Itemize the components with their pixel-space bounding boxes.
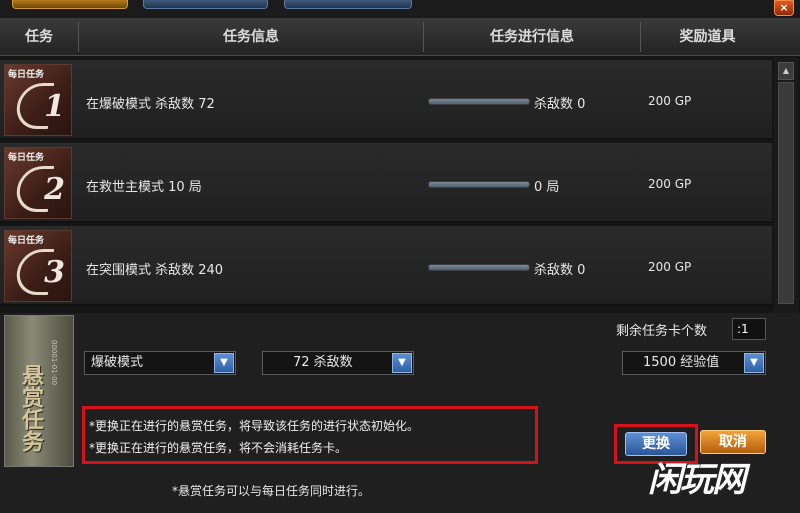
cancel-button[interactable]: 取消 [700, 430, 766, 454]
bounty-task-card: 悬赏任务 00001-01-00 [4, 315, 74, 467]
header-reward: 奖励道具 [679, 29, 736, 45]
progress-bar [428, 98, 530, 105]
reward-text: 200 GP [648, 260, 692, 274]
top-tab-button-2[interactable] [143, 0, 268, 9]
card-count-label: 剩余任务卡个数 [616, 324, 708, 339]
bounty-card-code: 00001-01-00 [50, 340, 58, 386]
daily-task-row[interactable]: 每日任务 3 在突围模式 杀敌数 240 杀敌数 0 200 GP [0, 226, 772, 306]
reward-select-value: 1500 经验值 [643, 355, 720, 370]
footnote: *悬赏任务可以与每日任务同时进行。 [172, 484, 371, 498]
table-header: 任务 任务信息 任务进行信息 奖励道具 [0, 18, 800, 56]
task-number: 1 [44, 89, 65, 124]
close-button[interactable]: × [774, 0, 794, 16]
chevron-down-icon[interactable]: ▼ [744, 353, 764, 373]
header-progress: 任务进行信息 [490, 29, 574, 45]
daily-badge-label: 每日任务 [8, 70, 45, 80]
reward-select[interactable]: 1500 经验值 ▼ [622, 351, 766, 375]
task-number: 2 [44, 172, 65, 207]
notice-line-2: *更换正在进行的悬赏任务，将不会消耗任务卡。 [89, 441, 348, 455]
task-info: 在爆破模式 杀敌数 72 [86, 97, 215, 112]
close-icon: × [779, 1, 789, 14]
bounty-card-title: 悬赏任务 [18, 364, 43, 452]
header-task: 任务 [25, 29, 53, 45]
daily-badge-label: 每日任务 [8, 153, 45, 163]
watermark-logo: 闲玩网 [648, 460, 746, 500]
mode-select-value: 爆破模式 [91, 355, 144, 370]
daily-task-badge: 每日任务 2 [4, 147, 72, 219]
daily-badge-label: 每日任务 [8, 236, 45, 246]
daily-task-row[interactable]: 每日任务 1 在爆破模式 杀敌数 72 杀敌数 0 200 GP [0, 60, 772, 140]
reward-text: 200 GP [648, 94, 692, 108]
reward-text: 200 GP [648, 177, 692, 191]
scrollbar-thumb[interactable] [778, 82, 794, 304]
chevron-down-icon[interactable]: ▼ [214, 353, 234, 373]
top-tab-strip: × [0, 0, 800, 18]
notice-line-1: *更换正在进行的悬赏任务，将导致该任务的进行状态初始化。 [89, 419, 420, 433]
daily-task-badge: 每日任务 1 [4, 64, 72, 136]
progress-bar [428, 264, 530, 271]
task-info: 在救世主模式 10 局 [86, 180, 202, 195]
progress-bar [428, 181, 530, 188]
task-number: 3 [44, 255, 65, 290]
daily-task-badge: 每日任务 3 [4, 230, 72, 302]
header-info: 任务信息 [223, 29, 279, 45]
top-tab-button-1[interactable] [12, 0, 128, 9]
kills-select-value: 72 杀敌数 [293, 355, 353, 370]
chevron-down-icon[interactable]: ▼ [392, 353, 412, 373]
progress-text: 杀敌数 0 [534, 97, 586, 112]
progress-text: 0 局 [534, 180, 560, 195]
card-count-value: :1 [732, 318, 766, 340]
kills-select[interactable]: 72 杀敌数 ▼ [262, 351, 414, 375]
notice-box: *更换正在进行的悬赏任务，将导致该任务的进行状态初始化。 *更换正在进行的悬赏任… [82, 406, 538, 464]
task-info: 在突围模式 杀敌数 240 [86, 263, 224, 278]
mode-select[interactable]: 爆破模式 ▼ [84, 351, 236, 375]
daily-task-row[interactable]: 每日任务 2 在救世主模式 10 局 0 局 200 GP [0, 143, 772, 223]
top-tab-button-3[interactable] [284, 0, 412, 9]
progress-text: 杀敌数 0 [534, 263, 586, 278]
scroll-up-icon[interactable]: ▲ [778, 62, 794, 80]
